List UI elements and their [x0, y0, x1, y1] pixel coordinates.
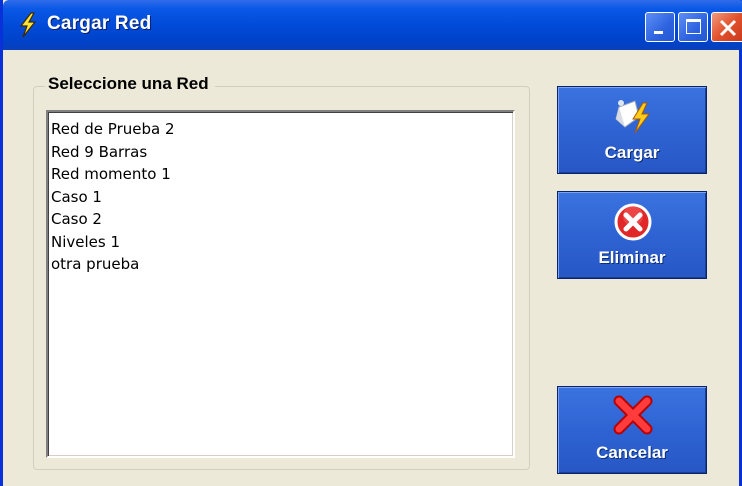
close-icon [719, 19, 737, 37]
cancel-button-label: Cancelar [596, 443, 668, 462]
group-label: Seleccione una Red [45, 74, 215, 94]
minimize-icon [654, 31, 663, 34]
minimize-button[interactable] [645, 12, 675, 42]
load-network-icon [615, 100, 650, 134]
network-list: Red de Prueba 2 Red 9 Barras Red momento… [48, 112, 513, 276]
list-item[interactable]: Caso 1 [51, 186, 513, 209]
maximize-icon [686, 19, 701, 34]
load-button[interactable]: Cargar [557, 86, 707, 174]
close-button[interactable] [711, 12, 742, 42]
cancel-button[interactable]: Cancelar [557, 386, 707, 474]
title-bar[interactable]: Cargar Red [3, 0, 742, 50]
list-item[interactable]: Niveles 1 [51, 231, 513, 254]
delete-button-label: Eliminar [598, 248, 666, 267]
list-item[interactable]: otra prueba [51, 253, 513, 276]
red-x-icon [613, 395, 653, 435]
list-item[interactable]: Red de Prueba 2 [51, 118, 513, 141]
lightning-bolt-icon [19, 12, 37, 38]
list-item[interactable]: Red momento 1 [51, 163, 513, 186]
dialog-window: Cargar Red Seleccione una Red Red de Pru… [0, 0, 742, 486]
load-button-label: Cargar [604, 143, 660, 162]
delete-button[interactable]: Eliminar [557, 191, 707, 279]
list-item[interactable]: Red 9 Barras [51, 141, 513, 164]
error-circle-icon [614, 203, 652, 241]
window-title: Cargar Red [47, 13, 152, 34]
maximize-button[interactable] [678, 12, 708, 42]
network-listbox[interactable]: Red de Prueba 2 Red 9 Barras Red momento… [46, 110, 515, 458]
list-item[interactable]: Caso 2 [51, 208, 513, 231]
